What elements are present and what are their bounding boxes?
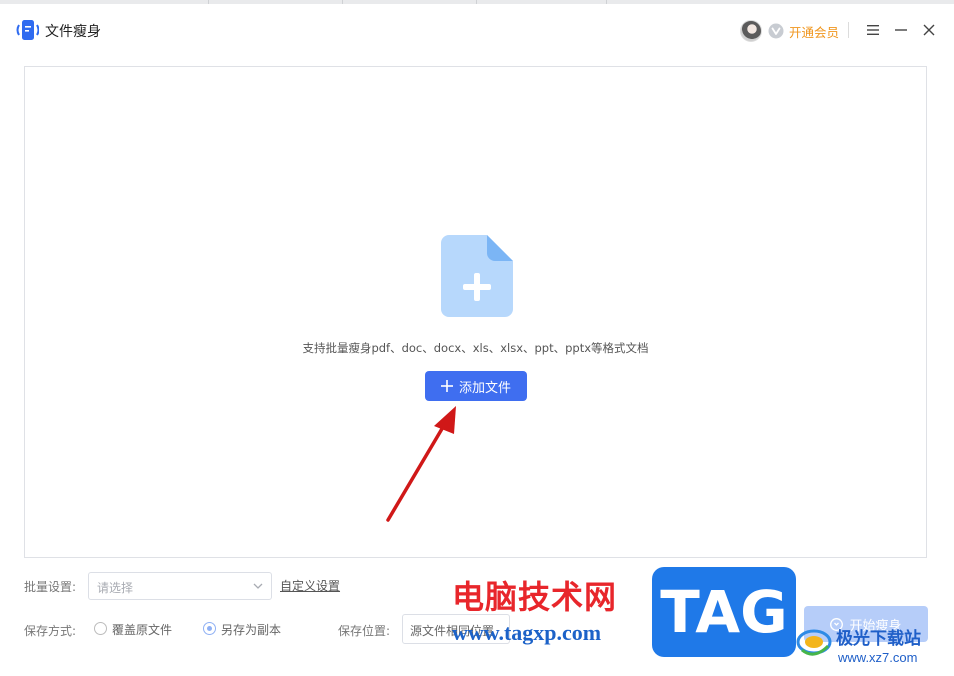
save-location-label: 保存位置: xyxy=(338,624,391,638)
add-file-button[interactable]: 添加文件 xyxy=(425,371,527,401)
supported-formats-hint: 支持批量瘦身pdf、doc、docx、xls、xlsx、ppt、pptx等格式文… xyxy=(302,341,649,355)
custom-settings-link[interactable]: 自定义设置 xyxy=(280,577,340,594)
watermark-xz-name: 极光下载站 xyxy=(836,629,921,649)
toolbar-divider xyxy=(848,22,849,38)
overwrite-radio[interactable] xyxy=(94,622,107,635)
minimize-icon[interactable] xyxy=(892,21,910,39)
annotation-arrow-icon xyxy=(386,406,456,522)
watermark-tag-logo: TAG xyxy=(652,567,796,657)
vip-icon[interactable] xyxy=(768,23,784,39)
overwrite-radio-label[interactable]: 覆盖原文件 xyxy=(112,621,172,638)
watermark-xz-url: www.xz7.com xyxy=(838,650,918,665)
close-icon[interactable] xyxy=(920,21,938,39)
app-logo-icon xyxy=(16,20,39,40)
title-bar: 文件瘦身 开通会员 xyxy=(0,4,954,56)
save-mode-label: 保存方式: xyxy=(24,624,77,638)
batch-settings-select[interactable]: 请选择 xyxy=(88,572,272,600)
batch-settings-placeholder: 请选择 xyxy=(97,581,134,595)
app-title: 文件瘦身 xyxy=(45,24,101,40)
user-avatar[interactable] xyxy=(740,20,762,42)
vip-link[interactable]: 开通会员 xyxy=(789,22,839,41)
plus-icon xyxy=(440,380,453,392)
save-copy-radio-label[interactable]: 另存为副本 xyxy=(221,621,281,638)
watermark-cn-site: 电脑技术网 xyxy=(452,578,618,616)
watermark-xz-logo-icon xyxy=(796,629,832,656)
watermark-cn-url: www.tagxp.com xyxy=(452,620,602,645)
save-copy-radio[interactable] xyxy=(203,622,216,635)
file-drop-zone[interactable]: 支持批量瘦身pdf、doc、docx、xls、xlsx、ppt、pptx等格式文… xyxy=(24,66,927,558)
menu-icon[interactable] xyxy=(864,21,882,39)
chevron-down-icon xyxy=(253,583,263,589)
add-file-button-label: 添加文件 xyxy=(458,380,511,396)
add-file-illustration-icon xyxy=(441,235,513,317)
batch-settings-label: 批量设置: xyxy=(24,580,77,594)
